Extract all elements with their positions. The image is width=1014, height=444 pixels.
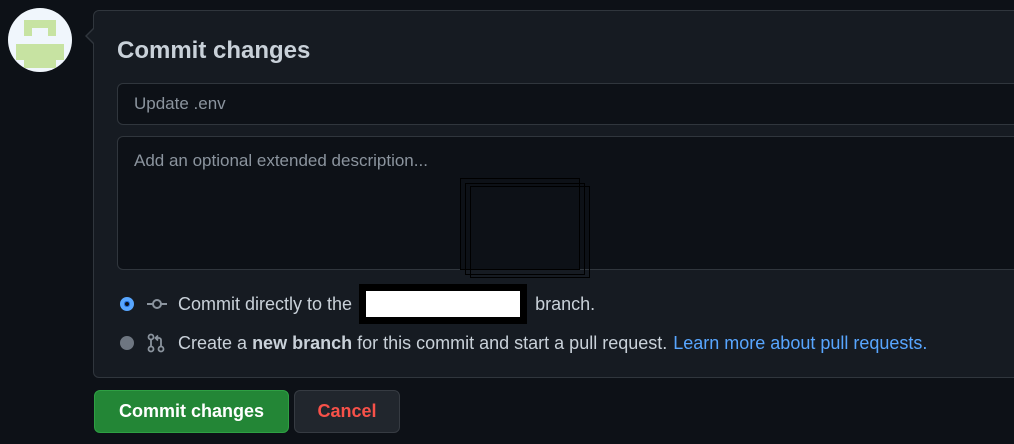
avatar-pixel (24, 28, 32, 36)
radio-commit-directly[interactable] (120, 297, 134, 311)
commit-title: Commit changes (117, 37, 311, 64)
new-branch-bold: new branch (252, 332, 353, 353)
git-commit-icon (147, 299, 167, 309)
git-pull-request-icon (147, 333, 165, 353)
learn-more-pull-requests-link[interactable]: Learn more about pull requests. (673, 333, 927, 354)
commit-summary-input[interactable] (117, 83, 1014, 125)
avatar-pixel (48, 28, 56, 36)
new-branch-suffix: for this commit and start a pull request… (357, 332, 668, 353)
option-new-branch[interactable]: Create a new branch for this commit and … (120, 331, 927, 355)
commit-directly-suffix: branch. (535, 293, 596, 314)
redaction-frame (470, 186, 590, 278)
option-commit-directly[interactable]: Commit directly to the branch. (120, 284, 596, 324)
panel-caret-inner (87, 29, 94, 43)
radio-new-branch[interactable] (120, 336, 134, 350)
new-branch-prefix: Create a (178, 332, 248, 353)
commit-changes-button[interactable]: Commit changes (94, 390, 289, 433)
commit-directly-label: Commit directly to the (178, 293, 353, 314)
cancel-button[interactable]: Cancel (294, 390, 400, 433)
avatar[interactable] (8, 8, 72, 72)
redacted-branch-name (359, 284, 528, 324)
avatar-pixel (24, 20, 56, 28)
avatar-pixel (16, 44, 64, 60)
avatar-pixel (24, 60, 56, 68)
